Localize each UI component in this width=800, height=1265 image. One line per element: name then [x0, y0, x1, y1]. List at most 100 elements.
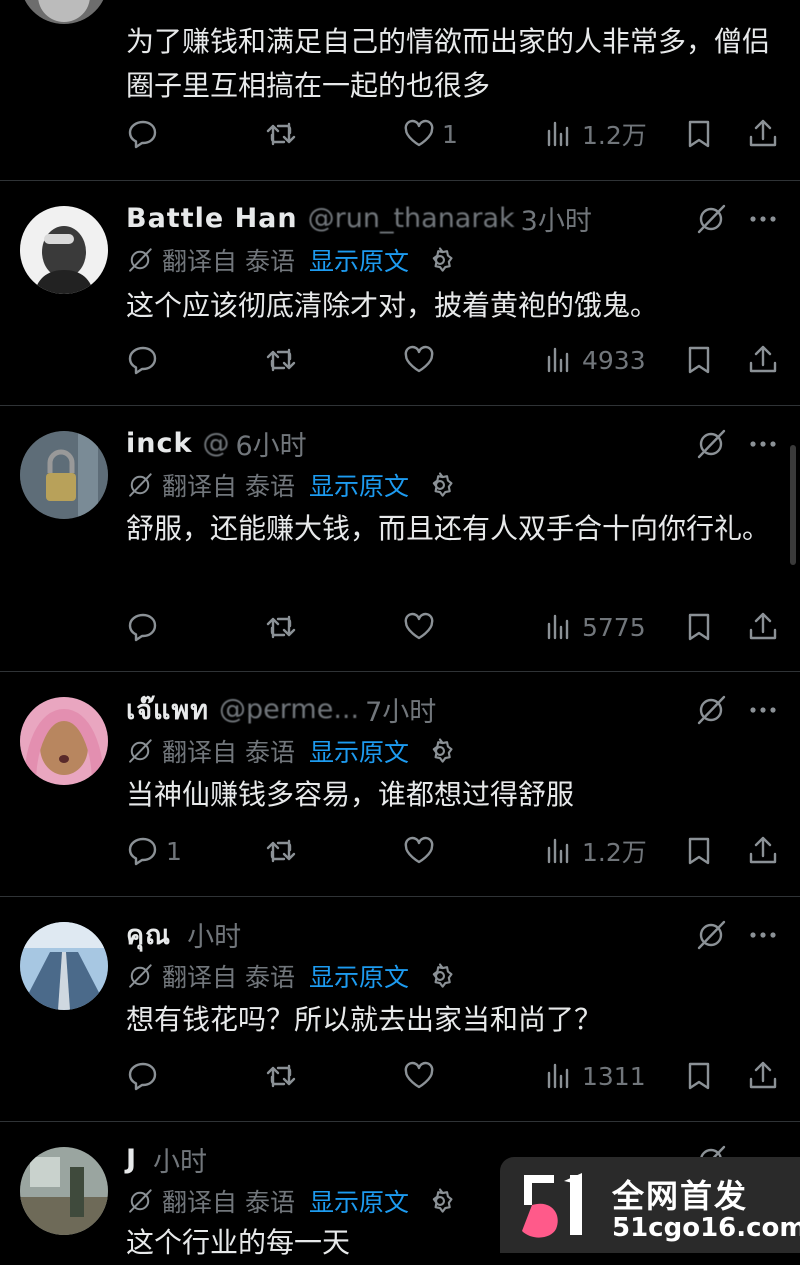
grok-icon[interactable] — [694, 427, 728, 461]
view-count: 1311 — [582, 1061, 646, 1091]
bookmark-icon — [688, 1062, 710, 1090]
username[interactable]: @run_thanarak — [308, 203, 515, 234]
display-name[interactable]: คุณ — [126, 913, 171, 956]
display-name[interactable]: Battle Han — [126, 203, 298, 234]
gear-icon[interactable] — [425, 245, 455, 275]
views-button[interactable]: 4933 — [542, 340, 646, 380]
share-button[interactable] — [746, 1056, 780, 1096]
views-button[interactable]: 1.2万 — [542, 831, 647, 871]
grok-icon[interactable] — [694, 202, 728, 236]
timestamp[interactable]: 7小时 — [365, 690, 436, 729]
translation-row: 翻译自 泰语 显示原文 — [126, 242, 455, 278]
show-original-link[interactable]: 显示原文 — [309, 733, 409, 769]
avatar[interactable] — [20, 0, 108, 24]
bookmark-icon — [688, 346, 710, 374]
share-icon — [749, 836, 777, 864]
more-options-icon[interactable] — [746, 918, 780, 952]
timestamp[interactable]: 3小时 — [521, 199, 592, 238]
gear-icon[interactable] — [425, 470, 455, 500]
tweet-4[interactable]: คุณ 小时 翻译自 泰语 显示原文 想有钱花吗？所以就去出家当和尚了？ 131… — [0, 896, 800, 1122]
retweet-button[interactable] — [264, 1056, 298, 1096]
reply-button[interactable]: 1 — [126, 831, 182, 871]
action-bar: 1 1.2万 — [126, 831, 786, 871]
retweet-icon — [266, 839, 296, 863]
bookmark-button[interactable] — [682, 1056, 716, 1096]
bookmark-button[interactable] — [682, 831, 716, 871]
more-options-icon[interactable] — [746, 427, 780, 461]
tweet-text: 为了赚钱和满足自己的情欲而出家的人非常多，僧侣圈子里互相搞在一起的也很多 — [126, 25, 771, 102]
avatar[interactable] — [20, 1147, 108, 1235]
view-count: 1.2万 — [582, 838, 647, 867]
retweet-button[interactable] — [264, 831, 298, 871]
views-button[interactable]: 1.2万 — [542, 114, 647, 154]
reply-button[interactable] — [126, 340, 166, 380]
username[interactable]: @perme... — [219, 694, 359, 725]
show-original-link[interactable]: 显示原文 — [309, 242, 409, 278]
like-button[interactable] — [402, 340, 442, 380]
display-name[interactable]: เจ๊แพท — [126, 688, 209, 731]
gear-icon[interactable] — [425, 1186, 455, 1216]
action-bar: 1 1.2万 — [126, 114, 786, 154]
bookmark-icon — [688, 120, 710, 148]
retweet-icon — [266, 1064, 296, 1088]
bookmark-icon — [688, 613, 710, 641]
heart-icon — [404, 119, 434, 147]
like-button[interactable] — [402, 607, 442, 647]
more-options-icon[interactable] — [746, 202, 780, 236]
retweet-button[interactable] — [264, 114, 298, 154]
timestamp[interactable]: 小时 — [153, 1140, 207, 1179]
username[interactable]: @ — [202, 428, 229, 459]
share-button[interactable] — [746, 607, 780, 647]
like-count: 1 — [442, 119, 458, 149]
avatar[interactable] — [20, 206, 108, 294]
tweet-1[interactable]: Battle Han @run_thanarak 3小时 翻译自 泰语 显示原文… — [0, 180, 800, 406]
avatar[interactable] — [20, 431, 108, 519]
reply-button[interactable] — [126, 114, 166, 154]
show-original-link[interactable]: 显示原文 — [309, 958, 409, 994]
share-button[interactable] — [746, 831, 780, 871]
reply-icon — [128, 346, 157, 375]
tweet-0[interactable]: 为了赚钱和满足自己的情欲而出家的人非常多，僧侣圈子里互相搞在一起的也很多 1 1… — [0, 0, 800, 181]
grok-icon — [129, 964, 152, 988]
translated-from-label: 翻译自 泰语 — [162, 963, 295, 992]
share-button[interactable] — [746, 114, 780, 154]
timestamp[interactable]: 小时 — [187, 915, 241, 954]
grok-icon[interactable] — [694, 693, 728, 727]
bookmark-button[interactable] — [682, 340, 716, 380]
share-button[interactable] — [746, 340, 780, 380]
retweet-button[interactable] — [264, 607, 298, 647]
bookmark-button[interactable] — [682, 114, 716, 154]
show-original-link[interactable]: 显示原文 — [309, 467, 409, 503]
like-button[interactable] — [402, 1056, 442, 1096]
reply-button[interactable] — [126, 1056, 166, 1096]
tweet-2[interactable]: inck @ 6小时 翻译自 泰语 显示原文 舒服，还能赚大钱，而且还有人双手合… — [0, 405, 800, 672]
avatar[interactable] — [20, 697, 108, 785]
show-original-link[interactable]: 显示原文 — [309, 1183, 409, 1219]
grok-icon[interactable] — [694, 918, 728, 952]
reply-button[interactable] — [126, 607, 166, 647]
gear-icon[interactable] — [425, 961, 455, 991]
tweet-text: 这个应该彻底清除才对，披着黄袍的饿鬼。 — [126, 289, 659, 322]
display-name[interactable]: J — [126, 1144, 137, 1175]
views-button[interactable]: 5775 — [542, 607, 646, 647]
translation-row: 翻译自 泰语 显示原文 — [126, 1183, 455, 1219]
views-icon — [547, 121, 569, 147]
gear-icon[interactable] — [425, 736, 455, 766]
scrollbar[interactable] — [790, 445, 796, 565]
like-button[interactable]: 1 — [402, 114, 458, 154]
views-icon — [547, 614, 569, 640]
bookmark-button[interactable] — [682, 607, 716, 647]
more-options-icon[interactable] — [746, 693, 780, 727]
retweet-button[interactable] — [264, 340, 298, 380]
share-icon — [749, 119, 777, 147]
tweet-3[interactable]: เจ๊แพท @perme... 7小时 翻译自 泰语 显示原文 当神仙赚钱多容… — [0, 671, 800, 897]
display-name[interactable]: inck — [126, 428, 192, 459]
heart-icon — [404, 836, 434, 864]
avatar[interactable] — [20, 922, 108, 1010]
action-bar: 4933 — [126, 340, 786, 380]
like-button[interactable] — [402, 831, 442, 871]
timestamp[interactable]: 6小时 — [235, 424, 306, 463]
views-button[interactable]: 1311 — [542, 1056, 646, 1096]
tweet-header: J 小时 — [126, 1139, 207, 1179]
translated-from-label: 翻译自 泰语 — [162, 472, 295, 501]
